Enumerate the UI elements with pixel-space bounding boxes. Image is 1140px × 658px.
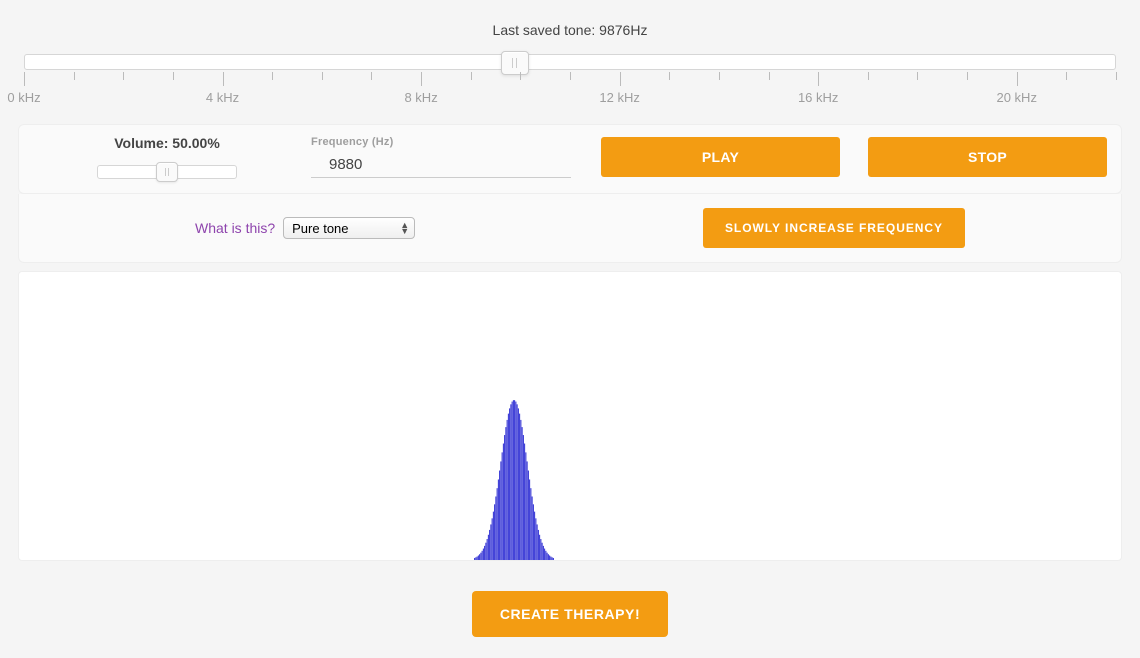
tick-label: 20 kHz xyxy=(996,90,1036,105)
volume-label: Volume: 50.00% xyxy=(114,135,220,151)
tick-label: 0 kHz xyxy=(7,90,40,105)
slowly-increase-frequency-button[interactable]: SLOWLY INCREASE FREQUENCY xyxy=(703,208,965,248)
create-therapy-button[interactable]: CREATE THERAPY! xyxy=(472,591,668,637)
frequency-tick-labels: 0 kHz4 kHz8 kHz12 kHz16 kHz20 kHz xyxy=(24,90,1116,108)
volume-slider-handle[interactable] xyxy=(156,162,178,182)
frequency-ticks xyxy=(24,72,1116,88)
last-saved-tone: Last saved tone: 9876Hz xyxy=(0,0,1140,54)
tone-type-select-wrap[interactable]: Pure tone ▲▼ xyxy=(283,217,415,239)
tick-label: 8 kHz xyxy=(404,90,437,105)
tone-type-panel: What is this? Pure tone ▲▼ SLOWLY INCREA… xyxy=(18,194,1122,263)
stop-button[interactable]: STOP xyxy=(868,137,1107,177)
tick-label: 4 kHz xyxy=(206,90,239,105)
spectrum-bars xyxy=(19,272,1121,560)
volume-slider[interactable] xyxy=(97,165,237,179)
tick-label: 16 kHz xyxy=(798,90,838,105)
play-button[interactable]: PLAY xyxy=(601,137,840,177)
saved-prefix: Last saved tone: xyxy=(493,22,600,38)
saved-suffix: Hz xyxy=(630,22,647,38)
frequency-input[interactable] xyxy=(311,152,571,178)
frequency-input-label: Frequency (Hz) xyxy=(311,136,601,148)
tone-type-select[interactable]: Pure tone xyxy=(283,217,415,239)
spectrum-chart xyxy=(18,271,1122,561)
saved-value: 9876 xyxy=(599,22,630,38)
frequency-slider-track[interactable] xyxy=(24,54,1116,70)
control-panel: Volume: 50.00% Frequency (Hz) PLAY STOP xyxy=(18,124,1122,194)
frequency-slider[interactable]: 0 kHz4 kHz8 kHz12 kHz16 kHz20 kHz xyxy=(24,54,1116,124)
tick-label: 12 kHz xyxy=(599,90,639,105)
what-is-this-link[interactable]: What is this? xyxy=(195,220,275,236)
